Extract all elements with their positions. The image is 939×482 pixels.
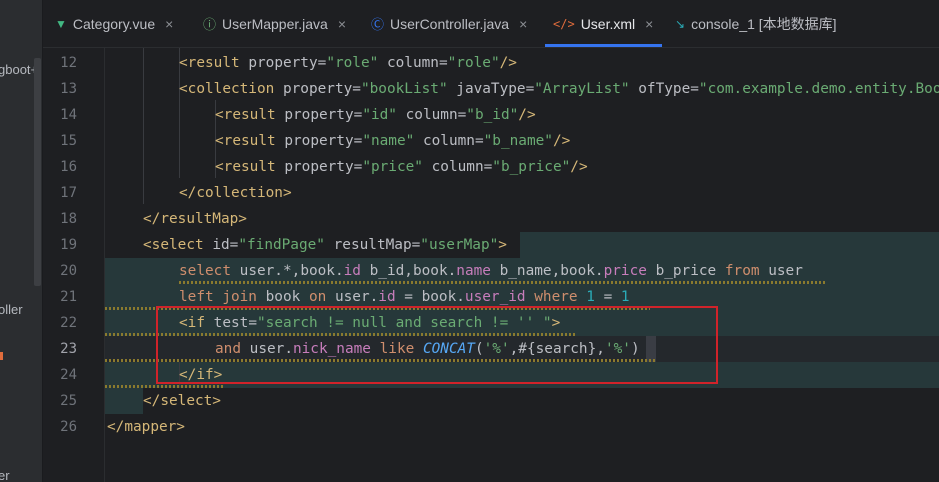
tab-usercontroller-java[interactable]: Ⓒ UserController.java × (371, 0, 527, 47)
code-line-19[interactable]: <select id="findPage" resultMap="userMap… (143, 232, 507, 258)
line-number: 24 (60, 367, 77, 383)
indent-guide (143, 48, 144, 204)
console-icon: ↘ (675, 16, 686, 31)
close-icon[interactable]: × (519, 16, 527, 32)
code-line-25[interactable]: </select> (143, 388, 221, 414)
tab-console-1[interactable]: ↘ console_1 [本地数据库] (675, 0, 837, 47)
tab-label: UserController.java (390, 15, 510, 32)
injection-highlight (105, 388, 143, 414)
close-icon[interactable]: × (645, 16, 653, 32)
class-icon: Ⓒ (371, 17, 385, 32)
vue-icon: ▼ (55, 16, 67, 31)
tab-user-xml[interactable]: </> User.xml × (553, 0, 653, 47)
active-tab-indicator (545, 44, 662, 47)
project-tree-fragment[interactable]: oller (0, 302, 23, 317)
line-number: 16 (60, 159, 77, 175)
tab-usermapper-java[interactable]: ⓘ UserMapper.java × (203, 0, 346, 47)
tab-label: User.xml (580, 15, 636, 32)
project-tree-fragment[interactable]: gboot+ (0, 62, 38, 77)
line-number: 15 (60, 133, 77, 149)
code-line-16[interactable]: <result property="price" column="b_price… (215, 154, 588, 180)
code-line-14[interactable]: <result property="id" column="b_id"/> (215, 102, 536, 128)
code-line-26[interactable]: </mapper> (107, 414, 185, 440)
line-number: 25 (60, 393, 77, 409)
editor-tab-bar: ▼ Category.vue × ⓘ UserMapper.java × Ⓒ U… (43, 0, 939, 48)
line-number: 22 (60, 315, 77, 331)
code-line-17[interactable]: </collection> (179, 180, 292, 206)
annotation-highlight-box (156, 306, 718, 384)
line-number: 14 (60, 107, 77, 123)
project-scrollbar[interactable] (34, 58, 41, 286)
code-editor[interactable]: <result property="role" column="role"/> … (105, 48, 939, 482)
line-number: 26 (60, 419, 77, 435)
close-icon[interactable]: × (338, 16, 346, 32)
close-icon[interactable]: × (165, 16, 173, 32)
project-tree-fragment[interactable]: er (0, 468, 10, 482)
tab-label: Category.vue (72, 15, 156, 32)
modified-marker (0, 352, 3, 360)
project-panel-edge: gboot+ oller er (0, 0, 42, 482)
tab-category-vue[interactable]: ▼ Category.vue × (55, 0, 173, 47)
code-line-12[interactable]: <result property="role" column="role"/> (179, 50, 517, 76)
line-number: 12 (60, 55, 77, 71)
code-line-18[interactable]: </resultMap> (143, 206, 247, 232)
line-number: 19 (60, 237, 77, 253)
line-number-gutter[interactable]: 12 13 14 15 16 17 18 19 20 21 22 23 24 2… (43, 48, 105, 482)
line-number: 21 (60, 289, 77, 305)
line-number: 20 (60, 263, 77, 279)
injection-highlight (520, 232, 939, 258)
current-line-number: 23 (60, 341, 77, 357)
code-line-13[interactable]: <collection property="bookList" javaType… (179, 76, 939, 102)
tab-label: console_1 [本地数据库] (691, 15, 837, 32)
tab-label: UserMapper.java (222, 15, 328, 32)
code-line-15[interactable]: <result property="name" column="b_name"/… (215, 128, 570, 154)
line-number: 18 (60, 211, 77, 227)
xml-icon: </> (553, 16, 575, 31)
line-number: 17 (60, 185, 77, 201)
interface-icon: ⓘ (203, 17, 217, 32)
line-number: 13 (60, 81, 77, 97)
